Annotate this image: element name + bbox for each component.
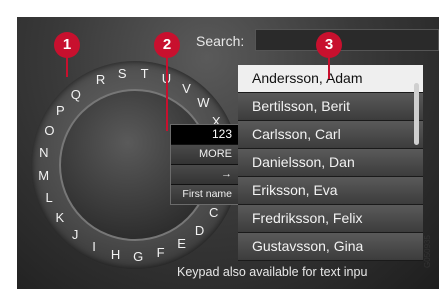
wheel-letter-g[interactable]: G	[130, 249, 146, 265]
wheel-letter-n[interactable]: N	[36, 145, 52, 161]
list-item[interactable]: Carlsson, Carl	[238, 121, 423, 149]
wheel-letter-k[interactable]: K	[52, 210, 68, 226]
list-item[interactable]: Bertilsson, Berit	[238, 93, 423, 121]
input-mode-menu: 123 MORE → First name	[170, 124, 239, 205]
figure-code: G050935	[423, 235, 439, 268]
wheel-letter-w[interactable]: W	[195, 95, 211, 111]
callout-1: 1	[54, 32, 80, 58]
list-item[interactable]: Andersson, Adam	[238, 65, 423, 93]
screen: Search: RSTUVWXYZQPONMLKJIHGFEDCBA 123 M…	[17, 17, 439, 289]
footer-hint: Keypad also available for text inpu	[177, 265, 368, 279]
contact-list: Andersson, Adam Bertilsson, Berit Carlss…	[238, 65, 423, 261]
list-item[interactable]: Danielsson, Dan	[238, 149, 423, 177]
wheel-letter-i[interactable]: I	[86, 239, 102, 255]
wheel-letter-f[interactable]: F	[153, 245, 169, 261]
wheel-letter-j[interactable]: J	[67, 227, 83, 243]
search-label: Search:	[196, 33, 245, 49]
scrollbar[interactable]	[414, 83, 419, 145]
arrow-right-icon[interactable]: →	[171, 165, 238, 185]
callout-2-line	[166, 55, 168, 131]
wheel-letter-p[interactable]: P	[52, 103, 68, 119]
wheel-letter-m[interactable]: M	[36, 168, 52, 184]
figure: Search: RSTUVWXYZQPONMLKJIHGFEDCBA 123 M…	[0, 0, 439, 306]
search-input[interactable]	[255, 29, 439, 51]
wheel-letter-s[interactable]: S	[114, 66, 130, 82]
list-item[interactable]: Fredriksson, Felix	[238, 205, 423, 233]
wheel-letter-l[interactable]: L	[41, 190, 57, 206]
wheel-letter-e[interactable]: E	[174, 236, 190, 252]
wheel-letter-r[interactable]: R	[93, 72, 109, 88]
menu-item-first-name[interactable]: First name	[171, 185, 238, 204]
wheel-letter-h[interactable]: H	[108, 247, 124, 263]
wheel-letter-q[interactable]: Q	[68, 87, 84, 103]
callout-3: 3	[316, 32, 342, 58]
callout-2: 2	[154, 32, 180, 58]
menu-item-numbers[interactable]: 123	[171, 125, 238, 145]
wheel-letter-d[interactable]: D	[192, 223, 208, 239]
callout-3-line	[328, 55, 330, 79]
list-item[interactable]: Eriksson, Eva	[238, 177, 423, 205]
wheel-letter-o[interactable]: O	[41, 123, 57, 139]
menu-item-more[interactable]: MORE	[171, 145, 238, 165]
wheel-letter-c[interactable]: C	[206, 205, 222, 221]
callout-1-line	[66, 55, 68, 77]
list-item[interactable]: Gustavsson, Gina	[238, 233, 423, 261]
wheel-letter-t[interactable]: T	[137, 66, 153, 82]
wheel-letter-v[interactable]: V	[178, 81, 194, 97]
